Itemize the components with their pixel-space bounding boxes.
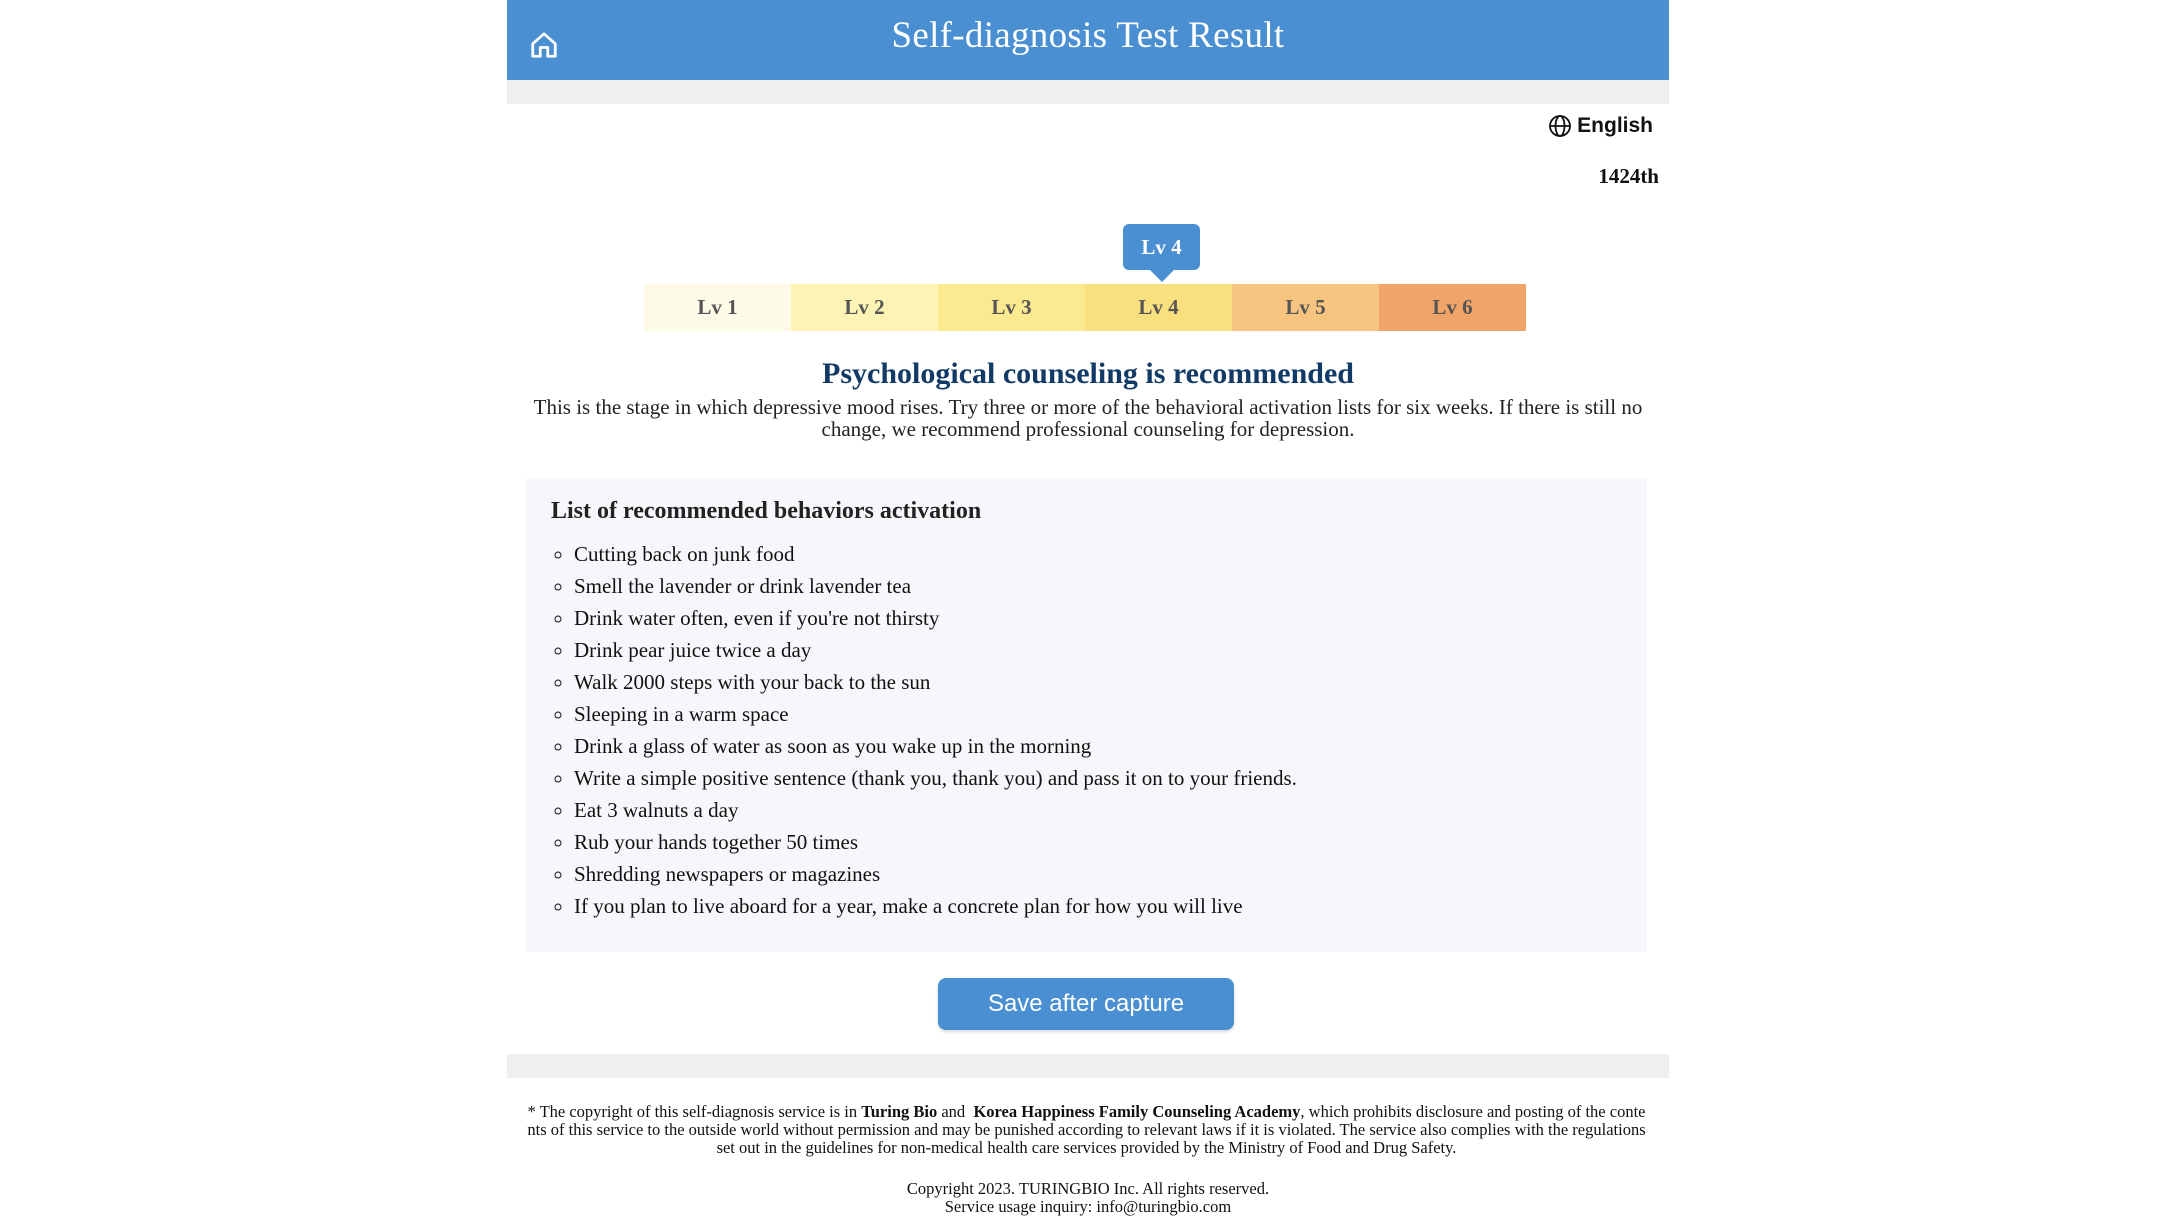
list-item: Eat 3 walnuts a day (574, 794, 1297, 826)
company-turing-bio: Turing Bio (861, 1102, 938, 1121)
footer-copyright: Copyright 2023. TURINGBIO Inc. All right… (507, 1180, 1669, 1216)
current-level-marker: Lv 4 (1123, 224, 1200, 282)
notice-prefix: * The copyright of this self-diagnosis s… (527, 1102, 862, 1121)
save-button[interactable]: Save after capture (938, 978, 1234, 1030)
result-page: Self-diagnosis Test Result English 1424t… (507, 0, 1669, 1230)
level-scale: Lv 1 Lv 2 Lv 3 Lv 4 Lv 5 Lv 6 (644, 284, 1526, 331)
language-selector[interactable]: English (1548, 114, 1653, 138)
language-label: English (1577, 114, 1653, 137)
level-4: Lv 4 (1085, 284, 1232, 331)
divider-bottom (507, 1054, 1669, 1078)
list-item: Sleeping in a warm space (574, 698, 1297, 730)
recommendation-list: Cutting back on junk food Smell the lave… (574, 538, 1297, 922)
result-title: Psychological counseling is recommended (822, 357, 1354, 390)
list-item: Smell the lavender or drink lavender tea (574, 570, 1297, 602)
recommendation-title: List of recommended behaviors activation (551, 498, 982, 524)
list-item: Cutting back on junk food (574, 538, 1297, 570)
list-item: Drink water often, even if you're not th… (574, 602, 1297, 634)
copyright-notice: * The copyright of this self-diagnosis s… (524, 1103, 1649, 1157)
level-1: Lv 1 (644, 284, 791, 331)
header-bar: Self-diagnosis Test Result (507, 0, 1669, 80)
list-item: If you plan to live aboard for a year, m… (574, 890, 1297, 922)
list-item: Drink a glass of water as soon as you wa… (574, 730, 1297, 762)
level-6: Lv 6 (1379, 284, 1526, 331)
list-item: Write a simple positive sentence (thank … (574, 762, 1297, 794)
divider-top (507, 80, 1669, 104)
recommendation-box: List of recommended behaviors activation… (526, 478, 1647, 952)
list-item: Shredding newspapers or magazines (574, 858, 1297, 890)
globe-icon (1549, 115, 1572, 137)
level-3: Lv 3 (938, 284, 1085, 331)
result-description: This is the stage in which depressive mo… (533, 395, 1643, 441)
page-title: Self-diagnosis Test Result (891, 15, 1285, 56)
list-item: Walk 2000 steps with your back to the su… (574, 666, 1297, 698)
inquiry-text: Service usage inquiry: info@turingbio.co… (944, 1197, 1232, 1216)
copyright-text: Copyright 2023. TURINGBIO Inc. All right… (906, 1179, 1270, 1198)
level-5: Lv 5 (1232, 284, 1379, 331)
list-item: Rub your hands together 50 times (574, 826, 1297, 858)
participant-count: 1424th (1598, 164, 1659, 188)
company-counseling-academy: Korea Happiness Family Counseling Academ… (973, 1102, 1301, 1121)
level-2: Lv 2 (791, 284, 938, 331)
notice-and: and (937, 1102, 974, 1121)
list-item: Drink pear juice twice a day (574, 634, 1297, 666)
